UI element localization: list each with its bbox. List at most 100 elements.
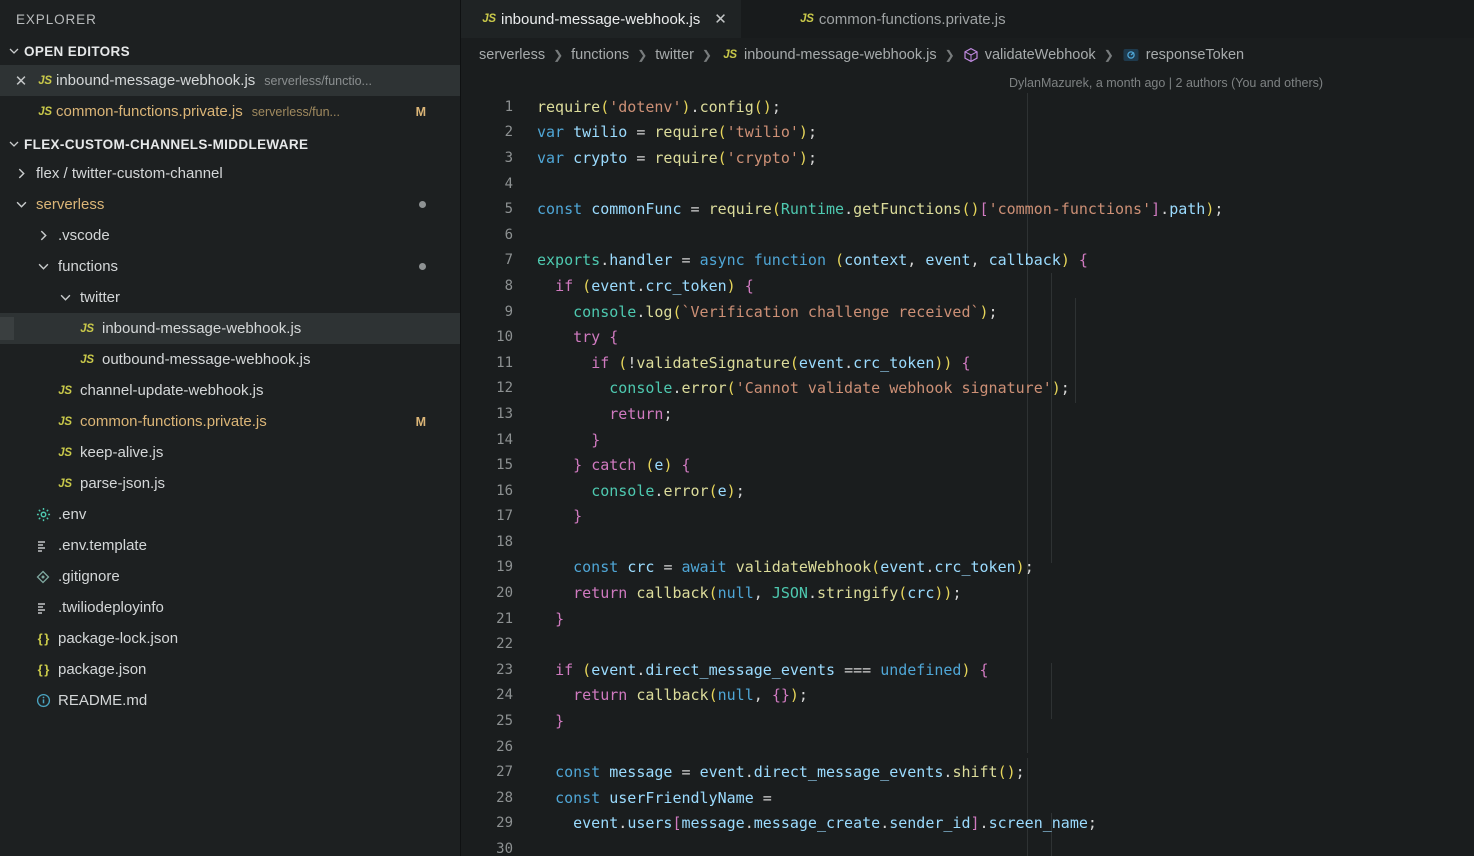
- code-line[interactable]: 16 console.error(e);: [461, 478, 1474, 504]
- code-line[interactable]: 11 if (!validateSignature(event.crc_toke…: [461, 350, 1474, 376]
- code-line[interactable]: 22: [461, 631, 1474, 657]
- code-line[interactable]: 14 }: [461, 427, 1474, 453]
- js-file-icon: JS: [723, 49, 737, 61]
- tree-file-row[interactable]: .env: [0, 499, 460, 530]
- js-file-icon: JS: [58, 384, 72, 397]
- tree-file-row[interactable]: JS keep-alive.js: [0, 437, 460, 468]
- code-line-text: return callback(null, {});: [573, 686, 808, 705]
- line-number: 7: [504, 252, 513, 269]
- code-line[interactable]: 17 }: [461, 504, 1474, 530]
- line-number: 5: [504, 201, 513, 218]
- line-number: 8: [504, 277, 513, 294]
- tree-file-row[interactable]: JS parse-json.js: [0, 468, 460, 499]
- breadcrumb-item-symbol-responsetoken[interactable]: responseToken: [1122, 47, 1244, 63]
- line-number: 12: [496, 380, 513, 397]
- close-icon[interactable]: ✕: [714, 10, 727, 28]
- code-line[interactable]: 12 console.error('Cannot validate webhoo…: [461, 376, 1474, 402]
- js-file-icon: JS: [38, 105, 52, 118]
- code-line-text: if (event.direct_message_events === unde…: [555, 660, 989, 679]
- breadcrumb-item-functions[interactable]: functions: [571, 47, 629, 63]
- code-line[interactable]: 2 var twilio = require('twilio');: [461, 120, 1474, 146]
- code-line[interactable]: 23 if (event.direct_message_events === u…: [461, 657, 1474, 683]
- section-workspace[interactable]: FLEX-CUSTOM-CHANNELS-MIDDLEWARE: [0, 130, 460, 158]
- section-open-editors-label: OPEN EDITORS: [24, 43, 130, 59]
- code-line[interactable]: 18: [461, 529, 1474, 555]
- code-line[interactable]: 28 const userFriendlyName =: [461, 785, 1474, 811]
- code-line[interactable]: 26: [461, 734, 1474, 760]
- tree-folder-row[interactable]: twitter: [0, 282, 460, 313]
- code-line[interactable]: 8 if (event.crc_token) {: [461, 273, 1474, 299]
- code-line[interactable]: 20 return callback(null, JSON.stringify(…: [461, 580, 1474, 606]
- js-file-icon: JS: [800, 13, 814, 25]
- tree-folder-row[interactable]: serverless: [0, 189, 460, 220]
- tree-folder-row[interactable]: flex / twitter-custom-channel: [0, 158, 460, 189]
- code-line[interactable]: 19 const crc = await validateWebhook(eve…: [461, 555, 1474, 581]
- open-editor-item[interactable]: ✕ JS inbound-message-webhook.js serverle…: [0, 65, 460, 96]
- git-blame-annotation: DylanMazurek, a month ago | 2 authors (Y…: [1009, 75, 1324, 90]
- open-editor-item[interactable]: JS common-functions.private.js serverles…: [0, 96, 460, 127]
- open-editor-name: common-functions.private.js: [56, 103, 243, 120]
- tree-item-label: serverless: [36, 196, 105, 213]
- breadcrumb-item-file[interactable]: JS inbound-message-webhook.js: [720, 47, 936, 63]
- code-line[interactable]: 4: [461, 171, 1474, 197]
- git-file-icon: [30, 570, 56, 584]
- tree-file-row[interactable]: JS channel-update-webhook.js: [0, 375, 460, 406]
- tree-file-row[interactable]: JS outbound-message-webhook.js: [0, 344, 460, 375]
- tree-file-row[interactable]: { } package-lock.json: [0, 623, 460, 654]
- code-line[interactable]: 15 } catch (e) {: [461, 452, 1474, 478]
- chevron-down-icon: [30, 261, 56, 272]
- line-number: 24: [496, 687, 513, 704]
- tree-file-row[interactable]: .env.template: [0, 530, 460, 561]
- code-line[interactable]: 24 return callback(null, {});: [461, 683, 1474, 709]
- code-line[interactable]: 29 event.users[message.message_create.se…: [461, 811, 1474, 837]
- code-line[interactable]: 10 try {: [461, 324, 1474, 350]
- code-line[interactable]: 13 return;: [461, 401, 1474, 427]
- code-line[interactable]: 21 }: [461, 606, 1474, 632]
- json-file-icon: { }: [37, 662, 50, 677]
- code-line[interactable]: 27 const message = event.direct_message_…: [461, 759, 1474, 785]
- close-icon[interactable]: ✕: [8, 72, 34, 90]
- editor-area: JS inbound-message-webhook.js ✕ JS commo…: [461, 0, 1474, 856]
- tree-folder-row[interactable]: functions: [0, 251, 460, 282]
- breadcrumb: serverless ❯ functions ❯ twitter ❯ JS in…: [461, 38, 1474, 72]
- tree-file-row[interactable]: JS common-functions.private.js M: [0, 406, 460, 437]
- code-line[interactable]: 30: [461, 836, 1474, 856]
- tree-file-row[interactable]: .twiliodeployinfo: [0, 592, 460, 623]
- code-line-text: }: [591, 430, 601, 449]
- tree-file-row[interactable]: .gitignore: [0, 561, 460, 592]
- tree-item-label: .vscode: [58, 227, 110, 244]
- code-line[interactable]: 25 }: [461, 708, 1474, 734]
- breadcrumb-label: serverless: [479, 47, 546, 63]
- tree-item-label: .twiliodeployinfo: [58, 599, 164, 616]
- line-number: 11: [496, 354, 513, 371]
- js-file-icon: JS: [58, 477, 72, 490]
- list-file-icon: [30, 539, 56, 553]
- breadcrumb-item-serverless[interactable]: serverless: [479, 47, 545, 63]
- code-line-text: try {: [573, 328, 619, 347]
- line-number: 3: [504, 149, 513, 166]
- code-line[interactable]: 5 const commonFunc = require(Runtime.getF…: [461, 196, 1474, 222]
- code-line[interactable]: 3 var crypto = require('crypto');: [461, 145, 1474, 171]
- breadcrumb-item-symbol-validatewebhook[interactable]: validateWebhook: [963, 47, 1096, 63]
- code-line[interactable]: 1 require('dotenv').config();: [461, 94, 1474, 120]
- tab-common-functions-private[interactable]: JS common-functions.private.js: [779, 0, 1020, 38]
- tree-file-row[interactable]: JS inbound-message-webhook.js: [0, 313, 460, 344]
- tab-inbound-message-webhook[interactable]: JS inbound-message-webhook.js ✕: [461, 0, 741, 38]
- tree-folder-row[interactable]: .vscode: [0, 220, 460, 251]
- tree-item-label: channel-update-webhook.js: [80, 382, 264, 399]
- code-line[interactable]: 9 console.log(`Verification challenge re…: [461, 299, 1474, 325]
- line-number: 30: [496, 841, 513, 856]
- breadcrumb-item-twitter[interactable]: twitter: [655, 47, 694, 63]
- code-line[interactable]: 6: [461, 222, 1474, 248]
- tree-file-row[interactable]: README.md: [0, 685, 460, 716]
- folder-modified-dot: [419, 201, 426, 208]
- code-line[interactable]: 7 exports.handler = async function (conte…: [461, 248, 1474, 274]
- file-tree: flex / twitter-custom-channel serverless.…: [0, 158, 460, 716]
- section-open-editors[interactable]: OPEN EDITORS: [0, 37, 460, 65]
- line-number: 16: [496, 482, 513, 499]
- open-editor-path: serverless/functio...: [264, 73, 372, 88]
- tree-file-row[interactable]: { } package.json: [0, 654, 460, 685]
- indent-guide: [1027, 93, 1028, 753]
- code-editor[interactable]: 1 require('dotenv').config(); 2 var twilio …: [461, 93, 1474, 856]
